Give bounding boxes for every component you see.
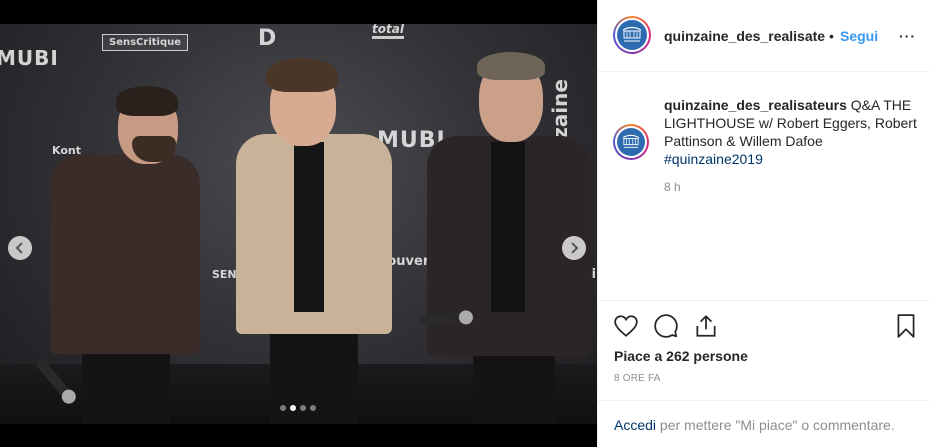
- sponsor-logo: SensCritique: [102, 34, 189, 51]
- carousel-indicator: [280, 405, 316, 411]
- header-separator: •: [829, 28, 834, 44]
- carousel-next-button[interactable]: [562, 236, 586, 260]
- share-icon: [696, 315, 716, 337]
- comment-button[interactable]: [653, 313, 679, 339]
- post-media[interactable]: MUBI SensCritique D total MUBI Kont Souv…: [0, 0, 597, 447]
- quinzaine-logo-icon: [622, 134, 640, 148]
- avatar[interactable]: [613, 16, 651, 54]
- follow-button[interactable]: Segui: [840, 28, 878, 44]
- quinzaine-logo-icon: [622, 26, 642, 42]
- post-header: quinzaine_des_realisateu • Segui ···: [598, 0, 929, 72]
- carousel-dot: [300, 405, 306, 411]
- hashtag-link[interactable]: #quinzaine2019: [664, 151, 763, 167]
- caption-username-link[interactable]: quinzaine_des_realisateurs: [664, 97, 847, 113]
- caption-timestamp[interactable]: 8 h: [664, 180, 681, 194]
- avatar[interactable]: [613, 124, 649, 160]
- person-left: [34, 84, 210, 424]
- login-prompt: Accedi per mettere "Mi piace" o commenta…: [598, 400, 929, 447]
- likes-count[interactable]: Piace a 262 persone: [614, 348, 748, 364]
- heart-icon: [614, 315, 638, 337]
- bookmark-icon: [897, 314, 915, 338]
- sponsor-logo: D: [258, 26, 277, 51]
- carousel-dot: [280, 405, 286, 411]
- login-prompt-rest: per mettere "Mi piace" o commentare.: [656, 417, 895, 433]
- sponsor-logo: MUBI: [0, 46, 59, 70]
- person-center: [228, 58, 398, 424]
- save-button[interactable]: [894, 313, 920, 339]
- chevron-left-icon: [15, 242, 23, 254]
- more-options-button[interactable]: ···: [899, 28, 916, 44]
- share-button[interactable]: [693, 313, 719, 339]
- like-button[interactable]: [613, 313, 639, 339]
- post-photo: MUBI SensCritique D total MUBI Kont Souv…: [0, 24, 597, 424]
- header-username-link[interactable]: quinzaine_des_realisateu: [664, 28, 826, 44]
- post-side-panel: quinzaine_des_realisateu • Segui ··· qui…: [597, 0, 929, 447]
- chevron-right-icon: [571, 242, 579, 254]
- caption-text: quinzaine_des_realisateurs Q&A THE LIGHT…: [664, 96, 924, 168]
- post-actions: Piace a 262 persone 8 ORE FA: [598, 300, 929, 400]
- carousel-dot-active: [290, 405, 296, 411]
- sponsor-logo: total: [372, 24, 404, 39]
- login-prompt-text: Accedi per mettere "Mi piace" o commenta…: [614, 417, 895, 433]
- carousel-dot: [310, 405, 316, 411]
- carousel-prev-button[interactable]: [8, 236, 32, 260]
- login-link[interactable]: Accedi: [614, 417, 656, 433]
- post-date[interactable]: 8 ORE FA: [614, 373, 661, 384]
- comment-bubble-icon: [654, 314, 678, 338]
